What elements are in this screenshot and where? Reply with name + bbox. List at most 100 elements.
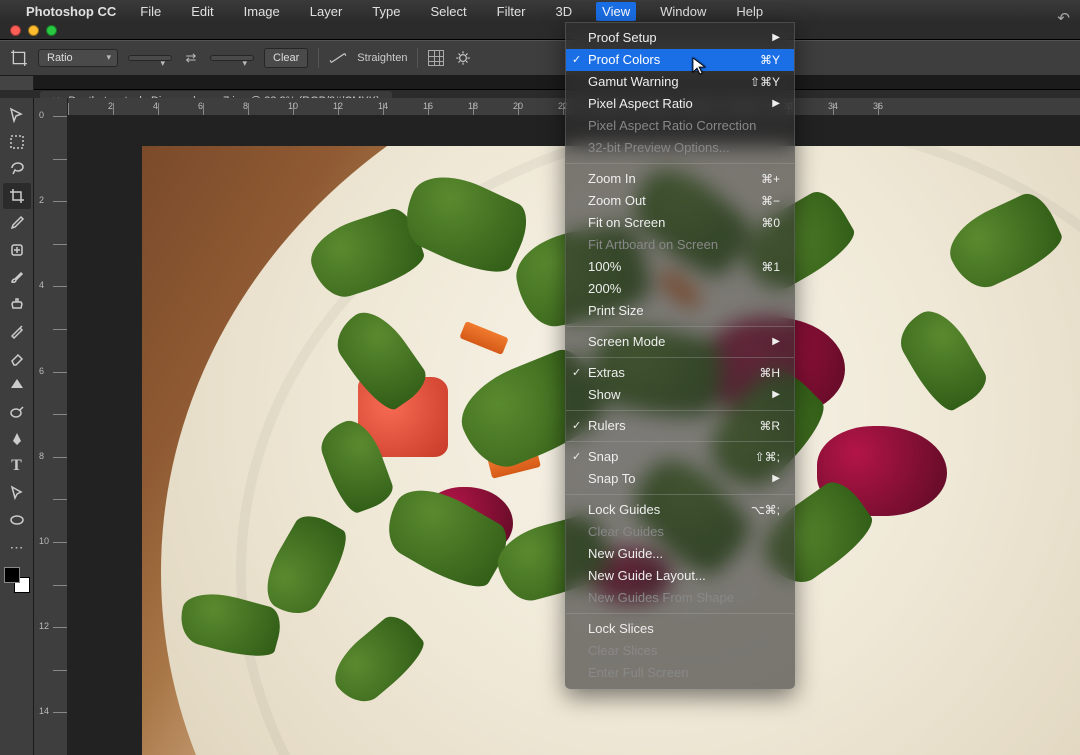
- straighten-label[interactable]: Straighten: [357, 52, 407, 64]
- lasso-tool[interactable]: [3, 156, 31, 182]
- menu-item-clear-slices: Clear Slices: [566, 640, 794, 662]
- marquee-tool[interactable]: [3, 129, 31, 155]
- foreground-color-swatch[interactable]: [4, 567, 20, 583]
- healing-brush-tool[interactable]: [3, 237, 31, 263]
- menu-item-label: 100%: [588, 258, 621, 276]
- eyedropper-tool[interactable]: [3, 210, 31, 236]
- menu-item-label: Clear Guides: [588, 523, 664, 541]
- menu-shortcut: ⌥⌘;: [751, 501, 780, 519]
- crop-tool[interactable]: [3, 183, 31, 209]
- menu-item-label: Zoom In: [588, 170, 636, 188]
- menu-separator: [566, 441, 794, 442]
- zoom-window-button[interactable]: [46, 25, 57, 36]
- menu-help[interactable]: Help: [730, 2, 769, 21]
- menu-item-200[interactable]: 200%: [566, 278, 794, 300]
- crop-options-gear-icon[interactable]: [454, 49, 472, 67]
- ratio-height-field[interactable]: [210, 55, 254, 61]
- eraser-tool[interactable]: [3, 345, 31, 371]
- menu-item-snap[interactable]: ✓Snap⇧⌘;: [566, 446, 794, 468]
- menu-layer[interactable]: Layer: [304, 2, 349, 21]
- menu-filter[interactable]: Filter: [491, 2, 532, 21]
- menu-select[interactable]: Select: [424, 2, 472, 21]
- menu-item-extras[interactable]: ✓Extras⌘H: [566, 362, 794, 384]
- menu-item-label: Pixel Aspect Ratio Correction: [588, 117, 756, 135]
- edit-toolbar[interactable]: ⋯: [3, 534, 31, 560]
- type-tool[interactable]: T: [3, 453, 31, 479]
- checkmark-icon: ✓: [572, 448, 581, 466]
- menu-shortcut: ⌘R: [759, 417, 780, 435]
- submenu-arrow-icon: ▶: [772, 29, 780, 47]
- menu-image[interactable]: Image: [238, 2, 286, 21]
- menu-item-label: Fit Artboard on Screen: [588, 236, 718, 254]
- menu-item-clear-guides: Clear Guides: [566, 521, 794, 543]
- minimize-window-button[interactable]: [28, 25, 39, 36]
- close-window-button[interactable]: [10, 25, 21, 36]
- menu-item-label: Snap To: [588, 470, 635, 488]
- swap-dimensions-icon[interactable]: ⇄: [182, 49, 200, 67]
- separator: [318, 48, 319, 68]
- menu-item-screen-mode[interactable]: Screen Mode▶: [566, 331, 794, 353]
- submenu-arrow-icon: ▶: [772, 470, 780, 488]
- menu-item-proof-setup[interactable]: Proof Setup▶: [566, 27, 794, 49]
- menu-type[interactable]: Type: [366, 2, 406, 21]
- menu-item-new-guide-layout[interactable]: New Guide Layout...: [566, 565, 794, 587]
- menu-3d[interactable]: 3D: [550, 2, 579, 21]
- ratio-width-field[interactable]: [128, 55, 172, 61]
- path-selection-tool[interactable]: [3, 480, 31, 506]
- menu-item-label: 200%: [588, 280, 621, 298]
- menu-item-snap-to[interactable]: Snap To ▶: [566, 468, 794, 490]
- menu-window[interactable]: Window: [654, 2, 712, 21]
- clear-button[interactable]: Clear: [264, 48, 308, 68]
- control-strip: [0, 76, 1080, 90]
- menu-item-zoom-in[interactable]: Zoom In ⌘+: [566, 168, 794, 190]
- crop-tool-preset-icon[interactable]: [10, 49, 28, 67]
- menu-view[interactable]: View: [596, 2, 636, 21]
- menu-item-rulers[interactable]: ✓Rulers⌘R: [566, 415, 794, 437]
- pen-tool[interactable]: [3, 426, 31, 452]
- menu-edit[interactable]: Edit: [185, 2, 219, 21]
- dodge-tool[interactable]: [3, 399, 31, 425]
- undo-icon[interactable]: ↶: [1057, 9, 1070, 27]
- menu-item-label: Lock Slices: [588, 620, 654, 638]
- color-swatches[interactable]: [4, 567, 30, 593]
- menu-item-lock-slices[interactable]: Lock Slices: [566, 618, 794, 640]
- history-brush-tool[interactable]: [3, 318, 31, 344]
- menu-item-label: Proof Colors: [588, 51, 660, 69]
- canvas-area: 024681012141618202224262830323436 024681…: [34, 98, 1080, 755]
- vertical-ruler[interactable]: 02468101214: [34, 98, 68, 755]
- menu-shortcut: ⌘+: [761, 170, 780, 188]
- move-tool[interactable]: [3, 102, 31, 128]
- menu-item-show[interactable]: Show▶: [566, 384, 794, 406]
- checkmark-icon: ✓: [572, 364, 581, 382]
- menu-separator: [566, 613, 794, 614]
- gradient-tool[interactable]: [3, 372, 31, 398]
- options-bar: Ratio ⇄ Clear Straighten ↶: [0, 40, 1080, 76]
- menu-item-proof-colors[interactable]: ✓Proof Colors⌘Y: [566, 49, 794, 71]
- toolbox-handle[interactable]: [0, 76, 34, 90]
- menu-item-fit-artboard-on-screen: Fit Artboard on Screen: [566, 234, 794, 256]
- crop-overlay-icon[interactable]: [428, 50, 444, 66]
- menu-item-new-guide[interactable]: New Guide...: [566, 543, 794, 565]
- menu-item-fit-on-screen[interactable]: Fit on Screen⌘0: [566, 212, 794, 234]
- app-name[interactable]: Photoshop CC: [26, 4, 116, 19]
- ellipse-tool[interactable]: [3, 507, 31, 533]
- menu-item-pixel-aspect-ratio[interactable]: Pixel Aspect Ratio▶: [566, 93, 794, 115]
- menu-item-zoom-out[interactable]: Zoom Out⌘−: [566, 190, 794, 212]
- menu-shortcut: ⇧⌘Y: [750, 73, 780, 91]
- menu-shortcut: ⌘−: [761, 192, 780, 210]
- menu-item-gamut-warning[interactable]: Gamut Warning ⇧⌘Y: [566, 71, 794, 93]
- straighten-icon[interactable]: [329, 49, 347, 67]
- menu-item-100[interactable]: 100%⌘1: [566, 256, 794, 278]
- menu-shortcut: ⌘Y: [760, 51, 780, 69]
- menu-item-label: Show: [588, 386, 621, 404]
- menu-separator: [566, 326, 794, 327]
- clone-stamp-tool[interactable]: [3, 291, 31, 317]
- menu-item-print-size[interactable]: Print Size: [566, 300, 794, 322]
- brush-tool[interactable]: [3, 264, 31, 290]
- menu-item-lock-guides[interactable]: Lock Guides⌥⌘;: [566, 499, 794, 521]
- ratio-dropdown[interactable]: Ratio: [38, 49, 118, 67]
- menu-item-label: Gamut Warning: [588, 73, 679, 91]
- menu-separator: [566, 494, 794, 495]
- work-area: T ⋯ 024681012141618202224262830323436 02…: [0, 98, 1080, 755]
- menu-file[interactable]: File: [134, 2, 167, 21]
